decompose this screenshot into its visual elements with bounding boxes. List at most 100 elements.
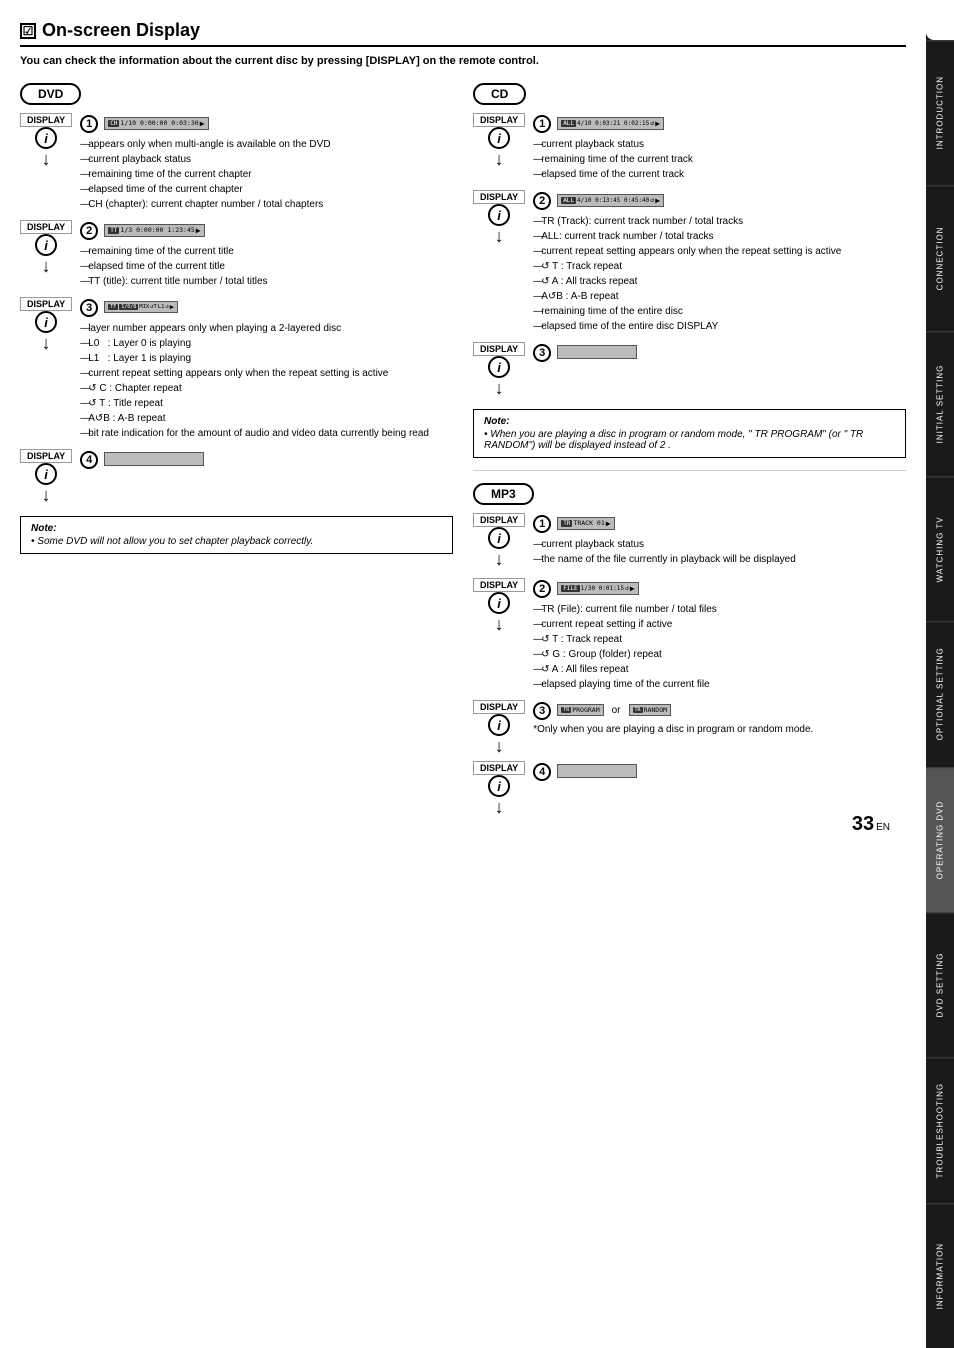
mp3-step-1-num: 1 [533, 515, 551, 533]
cd-step-1-annotations: current playback status remaining time o… [533, 137, 906, 182]
cd-ann-2-7: elapsed time of the entire disc DISPLAY [533, 319, 906, 334]
cd-ann-2-0: TR (Track): current track number / total… [533, 214, 906, 229]
dvd-info-icon-4: i [35, 463, 57, 485]
cd-ann-2-2: current repeat setting appears only when… [533, 244, 906, 259]
mp3-info-icon-3: i [488, 714, 510, 736]
mp3-label: MP3 [473, 483, 534, 505]
cd-info-icon-2: i [488, 204, 510, 226]
dvd-step-2-num: 2 [80, 222, 98, 240]
cd-display-label-1: DISPLAY [473, 113, 525, 127]
sidebar-item-connection: CONNECTION [926, 185, 954, 330]
dvd-ann-2-1: elapsed time of the current title [80, 259, 453, 274]
mp3-ann-1-0: current playback status [533, 537, 906, 552]
cd-ann-2-3: ↺ T : Track repeat [533, 259, 906, 274]
mp3-down-arrow-4: ↓ [495, 797, 504, 818]
dvd-step-2-annotations: remaining time of the current title elap… [80, 244, 453, 289]
dvd-step-1-num: 1 [80, 115, 98, 133]
cd-note: Note: • When you are playing a disc in p… [473, 409, 906, 458]
mp3-step-4-num: 4 [533, 763, 551, 781]
mp3-step-2-annotations: TR (File): current file number / total f… [533, 602, 906, 692]
mp3-step-2-screen: FILE 1/30 0:01:15 ↺ ▶ [557, 582, 639, 595]
cd-note-title: Note: [484, 416, 510, 427]
page-title: On-screen Display [42, 20, 200, 41]
dvd-info-icon-3: i [35, 311, 57, 333]
mp3-step-3-num: 3 [533, 702, 551, 720]
cd-ann-1-1: remaining time of the current track [533, 152, 906, 167]
cd-info-icon-3: i [488, 356, 510, 378]
mp3-ann-2-2: ↺ T : Track repeat [533, 632, 906, 647]
dvd-ann-3-7: bit rate indication for the amount of au… [80, 426, 453, 441]
dvd-ann-3-0: layer number appears only when playing a… [80, 321, 453, 336]
dvd-info-icon-2: i [35, 234, 57, 256]
cd-ann-2-5: A↺B : A-B repeat [533, 289, 906, 304]
dvd-down-arrow-1: ↓ [42, 149, 51, 170]
cd-display-label-3: DISPLAY [473, 342, 525, 356]
subtitle: You can check the information about the … [20, 55, 906, 67]
cd-ann-1-2: elapsed time of the current track [533, 167, 906, 182]
dvd-down-arrow-3: ↓ [42, 333, 51, 354]
mp3-step-3-screen-left: TR PROGRAM [557, 704, 603, 716]
cd-step-3-num: 3 [533, 344, 551, 362]
sidebar-item-optional-setting: OPTIONAL SETTING [926, 621, 954, 766]
cd-ann-2-6: remaining time of the entire disc [533, 304, 906, 319]
dvd-note-title: Note: [31, 523, 57, 534]
page-number: 33 [852, 813, 874, 836]
cd-down-arrow-2: ↓ [495, 226, 504, 247]
sidebar: INTRODUCTION CONNECTION INITIAL SETTING … [926, 0, 954, 1348]
mp3-display-label-4: DISPLAY [473, 761, 525, 775]
dvd-info-icon-1: i [35, 127, 57, 149]
mp3-display-label-2: DISPLAY [473, 578, 525, 592]
mp3-step-2-num: 2 [533, 580, 551, 598]
sidebar-top [926, 0, 954, 40]
sidebar-item-information: INFORMATION [926, 1203, 954, 1348]
dvd-step-2-screen: TT 1/3 0:00:00 1:23:45 ▶ [104, 224, 204, 237]
sidebar-item-watching-tv: WATCHING TV [926, 476, 954, 621]
sidebar-item-operating-dvd: OPERATING DVD [926, 767, 954, 912]
dvd-ann-3-2: L1 : Layer 1 is playing [80, 351, 453, 366]
cd-step-2-annotations: TR (Track): current track number / total… [533, 214, 906, 334]
mp3-step-4-screen [557, 764, 637, 778]
dvd-step-3-num: 3 [80, 299, 98, 317]
mp3-ann-2-5: elapsed playing time of the current file [533, 677, 906, 692]
dvd-step-1-screen: CH 1/10 0:00:00 0:03:30 ▶ [104, 117, 208, 130]
dvd-ann-3-1: L0 : Layer 0 is playing [80, 336, 453, 351]
dvd-display-label-1: DISPLAY [20, 113, 72, 127]
sidebar-item-introduction: INTRODUCTION [926, 40, 954, 185]
sidebar-item-troubleshooting: TROUBLESHOOTING [926, 1057, 954, 1202]
dvd-display-label-2: DISPLAY [20, 220, 72, 234]
mp3-step-3-screen-right: TR RANDOM [629, 704, 672, 716]
mp3-display-label-1: DISPLAY [473, 513, 525, 527]
cd-step-1-screen: ALL 4/10 0:03:21 0:02:15 ↺ ▶ [557, 117, 664, 130]
dvd-ann-1-3: elapsed time of the current chapter [80, 182, 453, 197]
main-content: ☑ On-screen Display You can check the in… [0, 0, 926, 846]
section-title: ☑ On-screen Display [20, 20, 906, 47]
dvd-ann-1-4: CH (chapter): current chapter number / t… [80, 197, 453, 212]
dvd-ann-2-2: TT (title): current title number / total… [80, 274, 453, 289]
cd-down-arrow-3: ↓ [495, 378, 504, 399]
mp3-step-3-note: *Only when you are playing a disc in pro… [533, 724, 906, 735]
cd-mp3-divider [473, 470, 906, 471]
mp3-ann-2-4: ↺ A : All files repeat [533, 662, 906, 677]
cd-step-2-num: 2 [533, 192, 551, 210]
cd-ann-2-4: ↺ A : All tracks repeat [533, 274, 906, 289]
dvd-step-4-num: 4 [80, 451, 98, 469]
sidebar-item-dvd-setting: DVD SETTING [926, 912, 954, 1057]
dvd-ann-3-5: ↺ T : Title repeat [80, 396, 453, 411]
dvd-step-1-annotations: appears only when multi-angle is availab… [80, 137, 453, 212]
mp3-down-arrow-1: ↓ [495, 549, 504, 570]
dvd-ann-3-6: A↺B : A-B repeat [80, 411, 453, 426]
dvd-ann-3-4: ↺ C : Chapter repeat [80, 381, 453, 396]
cd-label: CD [473, 83, 526, 105]
dvd-step-3-annotations: layer number appears only when playing a… [80, 321, 453, 441]
mp3-info-icon-1: i [488, 527, 510, 549]
dvd-down-arrow-4: ↓ [42, 485, 51, 506]
cd-step-3-screen [557, 345, 637, 359]
cd-ann-1-0: current playback status [533, 137, 906, 152]
mp3-down-arrow-3: ↓ [495, 736, 504, 757]
mp3-ann-2-0: TR (File): current file number / total f… [533, 602, 906, 617]
mp3-step-1-annotations: current playback status the name of the … [533, 537, 906, 567]
cd-info-icon-1: i [488, 127, 510, 149]
mp3-info-icon-4: i [488, 775, 510, 797]
cd-section: CD DISPLAY i ↓ 1 ALL 4/10 0:03:21 0:02 [473, 83, 906, 458]
cd-ann-2-1: ALL: current track number / total tracks [533, 229, 906, 244]
